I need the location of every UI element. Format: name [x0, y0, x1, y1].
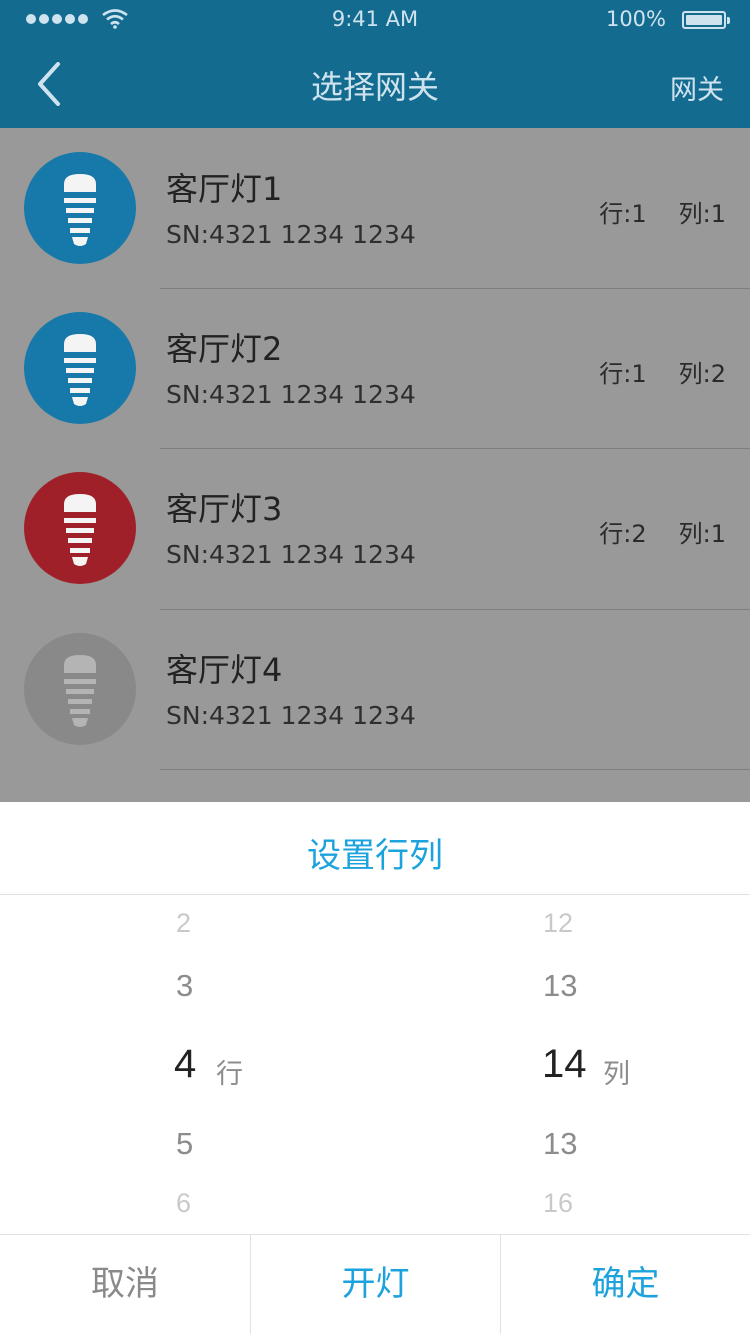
light-sn: SN:4321 1234 1234 [166, 701, 416, 730]
list-item[interactable]: 客厅灯2 SN:4321 1234 1234 行:1 列:2 [0, 288, 750, 448]
status-bar: 9:41 AM 100% [0, 0, 750, 40]
light-sn: SN:4321 1234 1234 [166, 380, 416, 409]
light-avatar [24, 152, 136, 264]
light-name: 客厅灯3 [166, 490, 283, 528]
list-item[interactable]: 客厅灯1 SN:4321 1234 1234 行:1 列:1 [0, 128, 750, 288]
page-title: 选择网关 [310, 68, 439, 106]
row-picker-option[interactable]: 5 [176, 1126, 193, 1162]
col-label: 列:2 [678, 360, 726, 388]
light-position: 行:1 列:2 [599, 354, 726, 389]
light-name: 客厅灯4 [166, 651, 283, 689]
light-sn: SN:4321 1234 1234 [166, 220, 416, 249]
list-item[interactable]: 客厅灯3 SN:4321 1234 1234 行:2 列:1 [0, 448, 750, 608]
divider [0, 894, 750, 895]
row-picker-option[interactable]: 2 [176, 908, 191, 939]
bulb-icon [64, 655, 96, 727]
col-picker-unit: 列 [603, 1059, 630, 1089]
battery-percent: 100% [605, 7, 666, 31]
row-label: 行:2 [599, 520, 647, 548]
col-label: 列:1 [678, 520, 726, 548]
cancel-button[interactable]: 取消 [0, 1234, 250, 1334]
sheet-title: 设置行列 [307, 836, 443, 876]
col-picker-option[interactable]: 13 [543, 968, 577, 1004]
light-sn: SN:4321 1234 1234 [166, 540, 416, 569]
col-label: 列:1 [678, 200, 726, 228]
light-avatar [24, 633, 136, 745]
light-position: 行:2 列:1 [599, 514, 726, 549]
row-label: 行:1 [599, 360, 647, 388]
gateway-button[interactable]: 网关 [670, 68, 724, 107]
bulb-icon [64, 174, 96, 246]
light-list: 客厅灯1 SN:4321 1234 1234 行:1 列:1 客厅灯2 SN:43… [0, 128, 750, 802]
row-picker-option[interactable]: 3 [176, 968, 193, 1004]
light-avatar [24, 312, 136, 424]
row-label: 行:1 [599, 200, 647, 228]
light-position: 行:1 列:1 [599, 194, 726, 229]
row-picker-selected[interactable]: 4 [174, 1042, 196, 1087]
col-picker-option[interactable]: 13 [543, 1126, 577, 1162]
row-picker-option[interactable]: 6 [176, 1188, 191, 1219]
light-avatar [24, 472, 136, 584]
divider [160, 769, 750, 770]
list-item[interactable]: 客厅灯4 SN:4321 1234 1234 [0, 609, 750, 769]
battery-icon [682, 11, 730, 29]
bulb-icon [64, 494, 96, 566]
bulb-icon [64, 334, 96, 406]
col-picker-option[interactable]: 12 [543, 908, 573, 939]
light-name: 客厅灯2 [166, 330, 283, 368]
light-name: 客厅灯1 [166, 170, 283, 208]
nav-bar: 选择网关 网关 [0, 40, 750, 128]
col-picker-selected[interactable]: 14 [542, 1042, 587, 1087]
col-picker-option[interactable]: 16 [543, 1188, 573, 1219]
row-picker-unit: 行 [216, 1059, 243, 1089]
light-on-button[interactable]: 开灯 [250, 1234, 500, 1334]
confirm-button[interactable]: 确定 [500, 1234, 750, 1334]
